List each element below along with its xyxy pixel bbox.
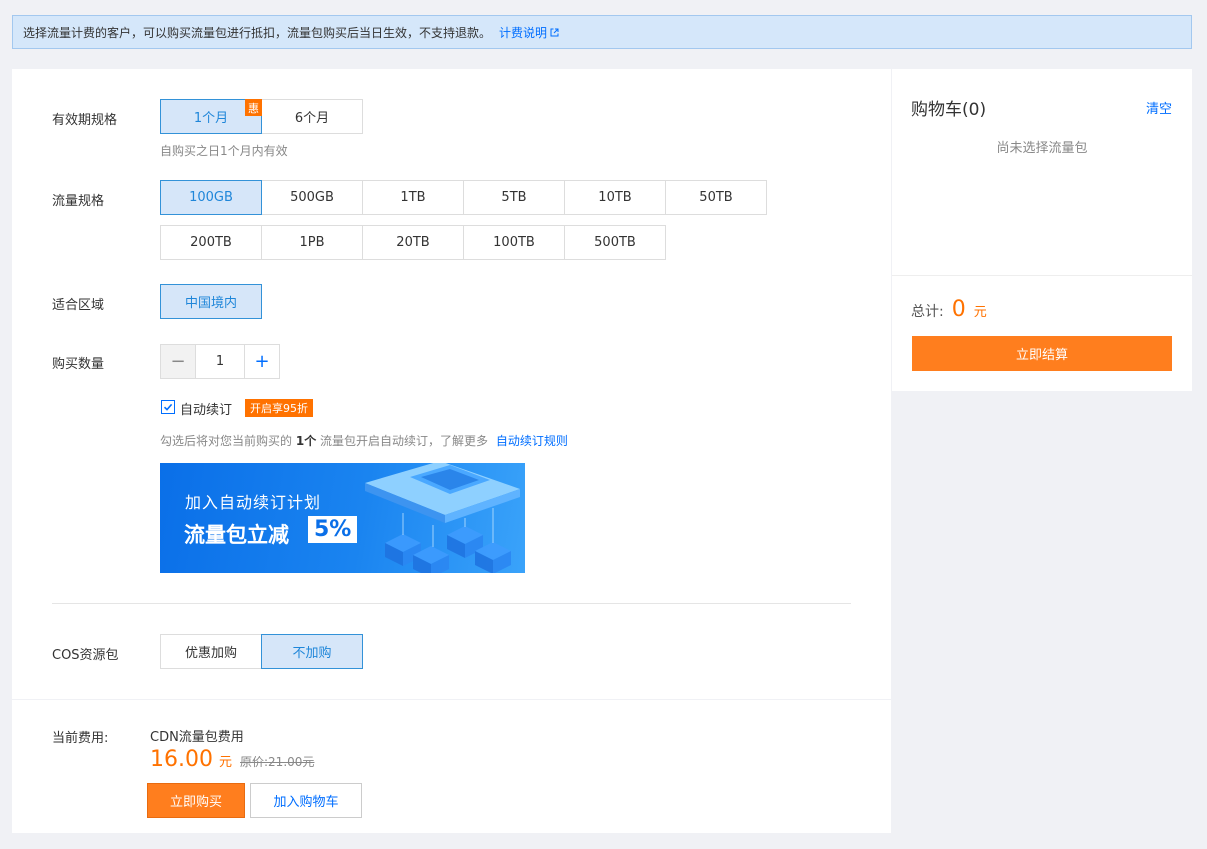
- config-panel: 有效期规格 1个月 惠 6个月 自购买之日1个月内有效 流量规格 100GB 50…: [12, 69, 891, 699]
- external-link-icon: [550, 28, 559, 36]
- traffic-option-label: 500GB: [290, 190, 334, 205]
- auto-renew-hint: 勾选后将对您当前购买的 1个 流量包开启自动续订，了解更多 自动续订规则: [160, 432, 568, 449]
- price-value: 16.00: [150, 747, 213, 772]
- cart-divider: [892, 275, 1192, 276]
- region-option-label: 中国境内: [184, 296, 237, 311]
- traffic-option-100gb[interactable]: 100GB: [160, 180, 262, 215]
- total-amount: 0: [951, 297, 966, 322]
- auto-renew-rules-link[interactable]: 自动续订规则: [496, 434, 568, 448]
- traffic-option-label: 50TB: [699, 190, 733, 205]
- traffic-option-100tb[interactable]: 100TB: [463, 225, 565, 260]
- cos-option-add[interactable]: 优惠加购: [160, 634, 262, 669]
- traffic-option-50tb[interactable]: 50TB: [665, 180, 767, 215]
- auto-renew-checkbox[interactable]: [161, 400, 175, 414]
- traffic-option-label: 100GB: [189, 190, 233, 205]
- cart-empty-message: 尚未选择流量包: [996, 141, 1088, 156]
- traffic-option-label: 100TB: [493, 235, 535, 250]
- quantity-input[interactable]: [196, 345, 244, 378]
- cos-option-label: 不加购: [292, 646, 332, 661]
- price-footer: 当前费用: CDN流量包费用 16.00 元 原价:21.00元 立即购买 加入…: [12, 700, 891, 833]
- total-unit: 元: [973, 305, 987, 320]
- traffic-option-200tb[interactable]: 200TB: [160, 225, 262, 260]
- total-label: 总计:: [911, 304, 944, 320]
- traffic-option-label: 10TB: [598, 190, 632, 205]
- traffic-label: 流量规格: [52, 194, 105, 209]
- region-label: 适合区域: [52, 298, 105, 313]
- buy-now-button[interactable]: 立即购买: [147, 783, 245, 818]
- region-option-china[interactable]: 中国境内: [160, 284, 262, 319]
- auto-renew-discount-tag: 开启享95折: [245, 399, 313, 417]
- auto-renew-label[interactable]: 自动续订: [180, 399, 232, 418]
- cos-option-none[interactable]: 不加购: [261, 634, 363, 669]
- cost-title: CDN流量包费用: [150, 730, 244, 745]
- banner-line-1: 加入自动续订计划: [185, 493, 322, 512]
- traffic-option-label: 200TB: [190, 235, 232, 250]
- traffic-option-1tb[interactable]: 1TB: [362, 180, 464, 215]
- traffic-option-label: 20TB: [396, 235, 430, 250]
- server-illustration: [365, 463, 520, 573]
- traffic-option-label: 5TB: [501, 190, 527, 205]
- cos-option-label: 优惠加购: [184, 646, 237, 661]
- quantity-label: 购买数量: [52, 357, 105, 372]
- traffic-option-5tb[interactable]: 5TB: [463, 180, 565, 215]
- traffic-option-500gb[interactable]: 500GB: [261, 180, 363, 215]
- discount-badge: 惠: [245, 99, 262, 116]
- traffic-option-label: 500TB: [594, 235, 636, 250]
- billing-info-link[interactable]: 计费说明: [499, 24, 559, 41]
- decrement-button[interactable]: −: [161, 345, 196, 378]
- cart-title: 购物车(0): [911, 100, 987, 120]
- billing-info-link-label: 计费说明: [499, 25, 548, 40]
- notice-text: 选择流量计费的客户，可以购买流量包进行抵扣，流量包购买后当日生效，不支持退款。: [23, 25, 492, 40]
- validity-option-1-month[interactable]: 1个月 惠: [160, 99, 262, 134]
- traffic-option-label: 1TB: [400, 190, 426, 205]
- auto-renew-hint-post: 流量包开启自动续订，了解更多: [320, 434, 489, 448]
- checkmark-icon: [163, 403, 173, 411]
- auto-renew-promo-banner[interactable]: 加入自动续订计划 流量包立减 5%: [160, 463, 525, 573]
- validity-option-label: 6个月: [294, 111, 330, 126]
- validity-label: 有效期规格: [52, 113, 118, 128]
- price-unit: 元: [218, 755, 232, 770]
- add-to-cart-button[interactable]: 加入购物车: [250, 783, 362, 818]
- cart-total: 总计: 0 元: [911, 297, 987, 322]
- traffic-option-label: 1PB: [299, 235, 325, 250]
- auto-renew-hint-pre: 勾选后将对您当前购买的: [160, 434, 293, 448]
- traffic-option-10tb[interactable]: 10TB: [564, 180, 666, 215]
- traffic-option-500tb[interactable]: 500TB: [564, 225, 666, 260]
- original-price: 原价:21.00元: [240, 755, 315, 769]
- banner-line-2: 流量包立减: [184, 523, 289, 547]
- current-cost-label: 当前费用:: [52, 731, 109, 746]
- validity-hint: 自购买之日1个月内有效: [160, 144, 288, 158]
- traffic-option-20tb[interactable]: 20TB: [362, 225, 464, 260]
- traffic-option-1pb[interactable]: 1PB: [261, 225, 363, 260]
- cart-panel: 购物车(0) 清空 尚未选择流量包 总计: 0 元 立即结算: [892, 69, 1192, 391]
- validity-option-6-months[interactable]: 6个月: [261, 99, 363, 134]
- notice-bar: 选择流量计费的客户，可以购买流量包进行抵扣，流量包购买后当日生效，不支持退款。 …: [12, 15, 1192, 49]
- increment-button[interactable]: +: [244, 345, 279, 378]
- banner-percent: 5%: [308, 516, 358, 543]
- price-display: 16.00 元 原价:21.00元: [150, 747, 314, 772]
- cos-label: COS资源包: [52, 648, 119, 663]
- validity-option-label: 1个月: [193, 111, 229, 126]
- checkout-button[interactable]: 立即结算: [912, 336, 1172, 371]
- section-divider: [52, 603, 851, 604]
- quantity-stepper: − +: [160, 344, 280, 379]
- clear-cart-link[interactable]: 清空: [1146, 98, 1172, 117]
- auto-renew-hint-count: 1个: [295, 434, 317, 448]
